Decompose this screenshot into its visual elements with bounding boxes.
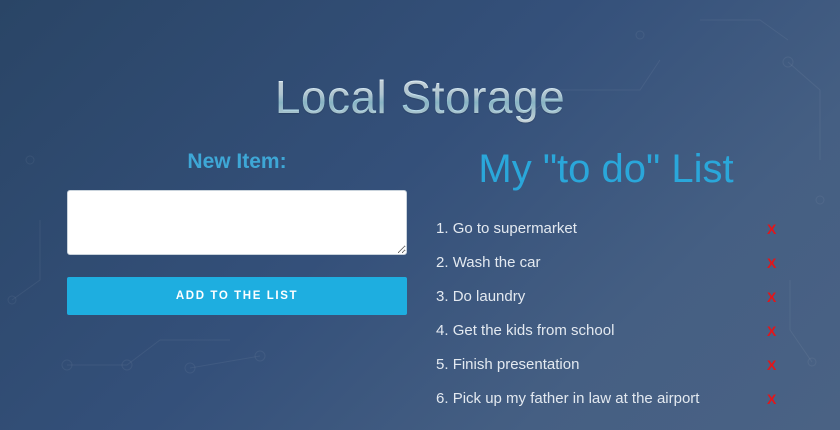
list-item-number: 6. xyxy=(436,390,449,407)
list-item: 1. Go to supermarket X xyxy=(436,212,786,246)
list-item-text: Finish presentation xyxy=(452,356,580,373)
list-item-text: Get the kids from school xyxy=(452,322,615,339)
list-item-number: 5. xyxy=(436,356,449,373)
list-item-number: 1. xyxy=(436,220,449,237)
list-item-text: Pick up my father in law at the airport xyxy=(452,390,700,407)
todo-panel: My "to do" List 1. Go to supermarket X 2… xyxy=(436,140,786,416)
delete-item-button[interactable]: X xyxy=(767,212,776,246)
list-item: 4. Get the kids from school X xyxy=(436,314,786,348)
todo-list-title: My "to do" List xyxy=(478,147,734,191)
list-item: 5. Finish presentation X xyxy=(436,348,786,382)
page-title: Local Storage xyxy=(0,70,840,124)
todo-list: 1. Go to supermarket X 2. Wash the car X… xyxy=(436,212,786,416)
list-item-number: 4. xyxy=(436,322,449,339)
delete-item-button[interactable]: X xyxy=(767,246,776,280)
delete-item-button[interactable]: X xyxy=(767,382,776,416)
list-item-text: Wash the car xyxy=(452,254,541,271)
add-to-list-button[interactable]: ADD TO THE LIST xyxy=(67,277,407,315)
delete-item-button[interactable]: X xyxy=(767,314,776,348)
new-item-label: New Item: xyxy=(187,150,287,173)
delete-item-button[interactable]: X xyxy=(767,348,776,382)
list-item-number: 2. xyxy=(436,254,449,271)
list-item-text: Do laundry xyxy=(452,288,526,305)
new-item-panel: New Item: ADD TO THE LIST xyxy=(67,148,407,315)
list-item-text: Go to supermarket xyxy=(452,220,577,237)
list-item-number: 3. xyxy=(436,288,449,305)
list-item: 3. Do laundry X xyxy=(436,280,786,314)
new-item-input[interactable] xyxy=(67,190,407,255)
list-item: 2. Wash the car X xyxy=(436,246,786,280)
delete-item-button[interactable]: X xyxy=(767,280,776,314)
list-item: 6. Pick up my father in law at the airpo… xyxy=(436,382,786,416)
